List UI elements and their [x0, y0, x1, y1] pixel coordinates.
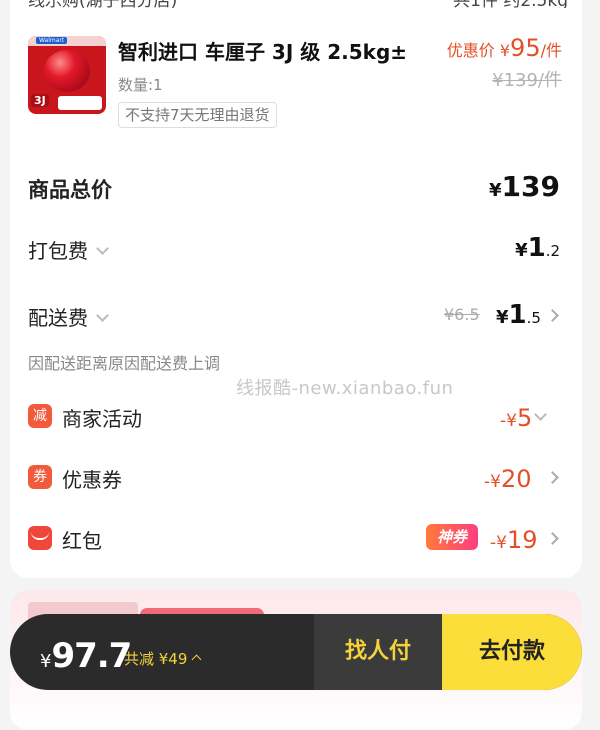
discount-badge-icon: 减 — [28, 404, 52, 428]
shipping-original-fee: ¥6.5 — [444, 305, 480, 324]
store-header: 线乐购(湖子西分店) 共1件 约2.5kg — [28, 0, 568, 8]
red-packet-prefix: -¥ — [490, 533, 507, 553]
chevron-down-icon — [96, 242, 109, 255]
original-price: ¥139/件 — [492, 70, 562, 91]
merchant-discount-value: -¥5 — [500, 404, 532, 432]
product-title[interactable]: 智利进口 车厘子 3J 级 2.5kg±3 — [118, 36, 408, 66]
red-packet-flap — [31, 532, 49, 540]
total-label: 商品总价 — [28, 178, 112, 202]
packing-fee-row[interactable]: 打包费 — [28, 235, 109, 264]
red-packet-icon — [28, 526, 52, 550]
packing-int: 1 — [527, 233, 546, 263]
shipping-fee-value: ¥1.5 — [496, 300, 541, 330]
red-packet-label[interactable]: 红包 — [62, 525, 102, 554]
pay-amount: ¥97.7 — [40, 636, 132, 676]
red-packet-discount-value: -¥19 — [490, 526, 538, 554]
total-currency: ¥ — [489, 180, 502, 201]
packing-fee-label: 打包费 — [28, 239, 88, 263]
pay-currency: ¥ — [40, 651, 52, 672]
super-coupon-tag: 神券 — [426, 524, 478, 550]
cherry-image — [44, 50, 90, 92]
packing-currency: ¥ — [515, 240, 528, 261]
watermark: 线报酷-new.xianbao.fun — [236, 378, 454, 399]
coupon-discount-prefix: -¥ — [484, 472, 501, 492]
sale-price: 优惠价 ¥95/件 — [447, 34, 562, 62]
thumb-tag — [58, 96, 102, 110]
savings-text: 共减 ¥49 — [124, 650, 188, 668]
pay-button[interactable]: 去付款 — [442, 614, 582, 690]
coupon-discount-amount: 20 — [500, 465, 532, 493]
merchant-discount-amount: 5 — [516, 404, 533, 432]
shipping-dec: .5 — [526, 309, 541, 327]
checkout-bar: ¥97.7 共减 ¥49 找人付 去付款 — [10, 614, 582, 690]
product-thumbnail[interactable]: Walmart 3J — [28, 36, 106, 114]
coupon-discount-value: -¥20 — [484, 465, 532, 493]
product-quantity: 数量:1 — [118, 76, 163, 94]
store-name: 线乐购(湖子西分店) — [28, 0, 177, 8]
shipping-fee-label: 配送费 — [28, 306, 88, 330]
shipping-int: 1 — [508, 300, 527, 330]
return-policy-tag: 不支持7天无理由退货 — [118, 102, 277, 128]
chevron-down-icon — [96, 309, 109, 322]
total-value: ¥139 — [489, 170, 560, 203]
merchant-activity-label[interactable]: 商家活动 — [62, 403, 142, 432]
coupon-badge-icon: 券 — [28, 465, 52, 489]
shipping-fee-row[interactable]: 配送费 — [28, 302, 109, 331]
coupon-label[interactable]: 优惠券 — [62, 464, 122, 493]
sale-price-unit: /件 — [540, 41, 562, 60]
savings-summary[interactable]: 共减 ¥49 — [124, 648, 202, 669]
packing-dec: .2 — [545, 242, 560, 260]
packing-fee-value: ¥1.2 — [515, 233, 560, 263]
sale-price-value: 95 — [510, 34, 541, 62]
thumb-brand-logo: Walmart — [36, 37, 68, 44]
shipping-note: 因配送距离原因配送费上调 — [28, 354, 221, 373]
shipping-currency: ¥ — [496, 307, 509, 328]
sale-price-prefix: 优惠价 ¥ — [446, 41, 511, 60]
merchant-discount-prefix: -¥ — [500, 411, 517, 431]
ask-friend-pay-button[interactable]: 找人付 — [314, 614, 442, 690]
item-summary: 共1件 约2.5kg — [453, 0, 568, 8]
pay-total: 97.7 — [51, 636, 132, 676]
chevron-up-icon — [191, 654, 202, 665]
thumb-grade-label: 3J — [31, 94, 49, 107]
total-amount: 139 — [501, 170, 560, 203]
red-packet-amount: 19 — [506, 526, 538, 554]
